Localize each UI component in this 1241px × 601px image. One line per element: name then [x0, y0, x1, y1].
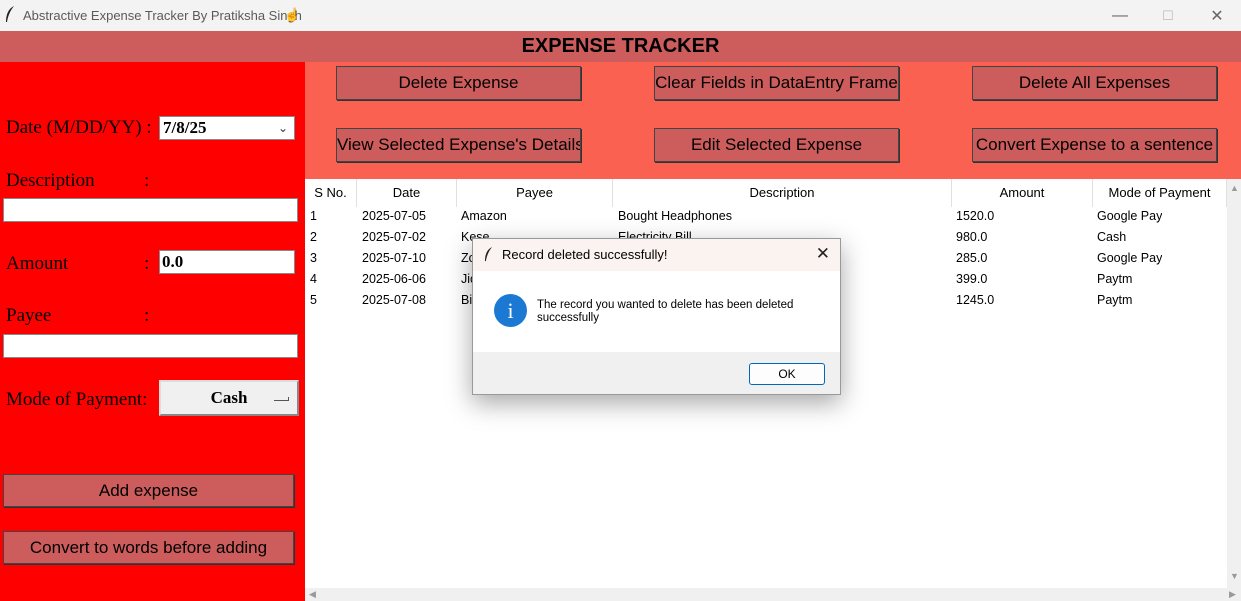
description-colon: :	[144, 170, 150, 191]
cell-amount: 1520.0	[956, 209, 995, 223]
mode-of-payment-select[interactable]: Cash	[159, 380, 299, 416]
cell-payee: Amazon	[461, 209, 507, 223]
mode-of-payment-label: Mode of Payment:	[6, 389, 148, 410]
payee-field[interactable]	[3, 334, 298, 358]
amount-colon: :	[144, 253, 150, 274]
maximize-icon: ☐	[1162, 7, 1174, 23]
info-icon: i	[494, 294, 527, 327]
column-header-payee[interactable]: Payee	[457, 179, 613, 207]
cell-sno: 3	[310, 251, 317, 265]
cell-mode: Paytm	[1097, 272, 1133, 286]
delete-all-expenses-button[interactable]: Delete All Expenses	[972, 66, 1217, 100]
ok-button[interactable]: OK	[749, 363, 825, 385]
column-header-description[interactable]: Description	[613, 179, 952, 207]
cell-sno: 5	[310, 293, 317, 307]
chevron-down-icon[interactable]: ⌄	[278, 117, 288, 139]
scroll-down-icon[interactable]: ▼	[1230, 571, 1239, 581]
app-header: EXPENSE TRACKER	[0, 31, 1241, 62]
convert-to-words-button[interactable]: Convert to words before adding	[3, 531, 294, 564]
scroll-left-icon[interactable]: ◀	[309, 589, 316, 600]
date-value: 7/8/25	[163, 118, 207, 137]
column-header-date[interactable]: Date	[357, 179, 457, 207]
feather-icon	[6, 6, 14, 22]
cell-sno: 2	[310, 230, 317, 244]
data-entry-panel: Date (M/DD/YY) : 7/8/25 ⌄ Description : …	[0, 62, 305, 601]
column-header-amount[interactable]: Amount	[952, 179, 1093, 207]
message-dialog: Record deleted successfully! ✕ i The rec…	[472, 238, 841, 395]
cell-amount: 285.0	[956, 251, 988, 265]
hand-icon: ☝	[284, 7, 301, 22]
dialog-footer: OK	[473, 352, 840, 394]
window-titlebar: Abstractive Expense Tracker By Pratiksha…	[0, 0, 1241, 31]
cell-mode: Google Pay	[1097, 209, 1163, 223]
description-field[interactable]	[3, 198, 298, 222]
dialog-title: Record deleted successfully!	[502, 247, 668, 262]
cell-description: Bought Headphones	[618, 209, 732, 223]
scroll-right-icon[interactable]: ▶	[1229, 589, 1236, 600]
button-panel: Delete Expense Clear Fields in DataEntry…	[305, 62, 1241, 179]
dialog-titlebar: Record deleted successfully! ✕	[473, 239, 840, 271]
cell-mode: Cash	[1097, 230, 1127, 244]
convert-to-sentence-button[interactable]: Convert Expense to a sentence	[972, 128, 1217, 162]
clear-fields-button[interactable]: Clear Fields in DataEntry Frame	[654, 66, 899, 100]
cell-amount: 980.0	[956, 230, 988, 244]
window-title: Abstractive Expense Tracker By Pratiksha…	[23, 8, 302, 23]
date-picker[interactable]: 7/8/25 ⌄	[159, 116, 295, 140]
cell-mode: Google Pay	[1097, 251, 1163, 265]
dialog-close-icon[interactable]: ✕	[816, 244, 830, 264]
cell-date: 2025-07-05	[362, 209, 426, 223]
amount-field[interactable]: 0.0	[159, 250, 295, 274]
feather-icon	[484, 247, 493, 262]
cell-sno: 4	[310, 272, 317, 286]
cell-amount: 399.0	[956, 272, 988, 286]
cell-date: 2025-06-06	[362, 272, 426, 286]
cell-amount: 1245.0	[956, 293, 995, 307]
date-label: Date (M/DD/YY) :	[6, 117, 152, 138]
scroll-up-icon[interactable]: ▲	[1230, 183, 1239, 193]
maximize-button[interactable]: ☐	[1144, 0, 1192, 31]
page-title: EXPENSE TRACKER	[521, 35, 720, 57]
add-expense-button[interactable]: Add expense	[3, 474, 294, 507]
close-window-button[interactable]: ✕	[1193, 0, 1241, 31]
horizontal-scrollbar[interactable]: ◀ ▶	[305, 588, 1241, 601]
delete-expense-button[interactable]: Delete Expense	[336, 66, 581, 100]
column-header-sno[interactable]: S No.	[305, 179, 357, 207]
cell-payee: Bi	[461, 293, 473, 307]
minimize-icon: —	[1112, 6, 1128, 24]
table-row[interactable]: 1 2025-07-05 Amazon Bought Headphones 15…	[305, 206, 1227, 227]
description-label: Description	[6, 170, 95, 191]
amount-label: Amount	[6, 253, 69, 274]
column-header-mode[interactable]: Mode of Payment	[1093, 179, 1227, 207]
dialog-message: The record you wanted to delete has been…	[537, 299, 794, 324]
cell-sno: 1	[310, 209, 317, 223]
option-indicator-icon	[274, 397, 289, 401]
cell-mode: Paytm	[1097, 293, 1133, 307]
vertical-scrollbar[interactable]: ▲ ▼	[1227, 179, 1241, 588]
view-details-button[interactable]: View Selected Expense's Details	[336, 128, 581, 162]
close-icon: ✕	[1210, 7, 1224, 25]
payee-colon: :	[144, 305, 150, 326]
mode-of-payment-value: Cash	[210, 388, 248, 407]
cell-date: 2025-07-02	[362, 230, 426, 244]
cell-date: 2025-07-08	[362, 293, 426, 307]
minimize-button[interactable]: —	[1096, 0, 1144, 31]
edit-expense-button[interactable]: Edit Selected Expense	[654, 128, 899, 162]
payee-label: Payee	[6, 305, 52, 326]
cell-date: 2025-07-10	[362, 251, 426, 265]
